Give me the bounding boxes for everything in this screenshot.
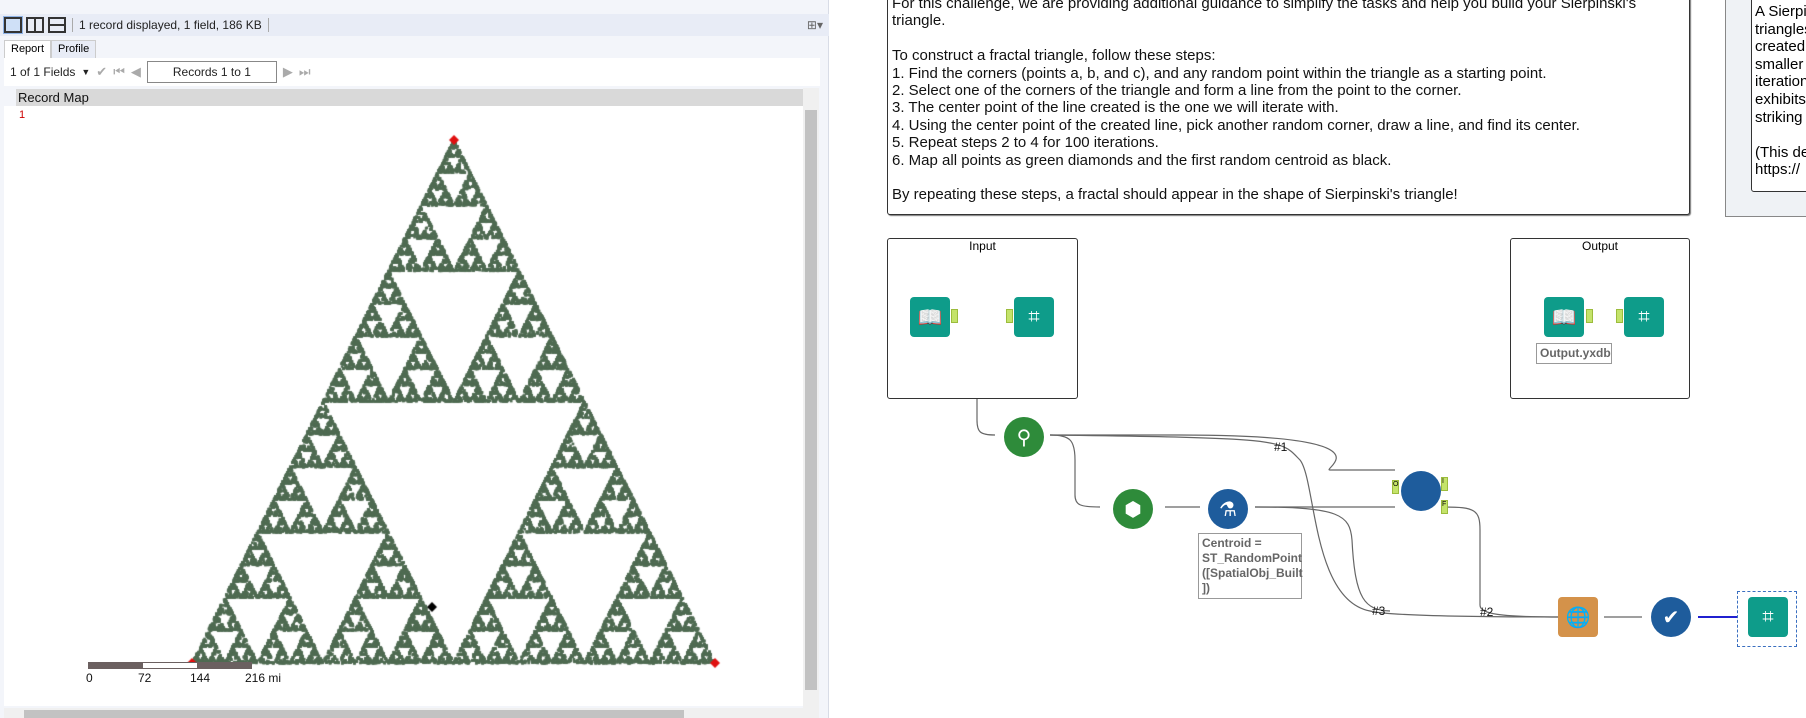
formula-annotation: Centroid = ST_RandomPoint ([SpatialObj_B… [1198,533,1303,599]
text-input-tool[interactable]: 📖 [910,297,950,337]
browse-tool-selected[interactable]: ⌗ [1748,597,1788,637]
filter-tool[interactable] [1401,471,1441,511]
filter-true-anchor[interactable]: I [1441,477,1448,491]
connection-label: #3 [1372,604,1386,618]
connection-label: #1 [1274,440,1288,454]
input-data-tool[interactable]: 📖 [1544,297,1584,337]
spatial-process-tool[interactable]: ⬢ [1113,489,1153,529]
input-anchor[interactable] [1616,309,1623,323]
browse-tool[interactable]: ⌗ [1014,297,1054,337]
output-anchor[interactable] [951,309,958,323]
formula-tool[interactable]: ⚗ [1208,489,1248,529]
filter-false-anchor[interactable]: F [1441,500,1448,514]
binoculars-icon: ⌗ [1762,605,1774,628]
connection [1050,434,1395,471]
checkmark-icon: ✔ [1662,606,1680,629]
container-title: Output [1581,239,1619,253]
hexagon-dots-icon: ⬢ [1124,498,1142,521]
globe-icon: 🌐 [1565,606,1591,629]
flask-icon: ⚗ [1219,498,1237,521]
output-anchor[interactable] [1586,309,1593,323]
connection [1049,434,1101,508]
binoculars-icon: ⌗ [1638,305,1650,328]
filter-input-anchor[interactable]: O [1392,480,1399,494]
map-pin-icon: ⚲ [1016,426,1032,449]
container-title: Input [969,239,996,253]
browse-tool[interactable]: ⌗ [1624,297,1664,337]
summarize-check-tool[interactable]: ✔ [1651,597,1691,637]
create-points-tool[interactable]: ⚲ [1004,417,1044,457]
binoculars-icon: ⌗ [1028,305,1040,328]
input-anchor[interactable] [1006,309,1013,323]
book-icon: 📖 [1551,306,1577,329]
book-icon: 📖 [917,306,943,329]
output-file-label: Output.yxdb [1536,343,1612,364]
connection [1443,506,1561,618]
poly-build-tool[interactable]: 🌐 [1558,597,1598,637]
connection-label: #2 [1480,605,1494,619]
